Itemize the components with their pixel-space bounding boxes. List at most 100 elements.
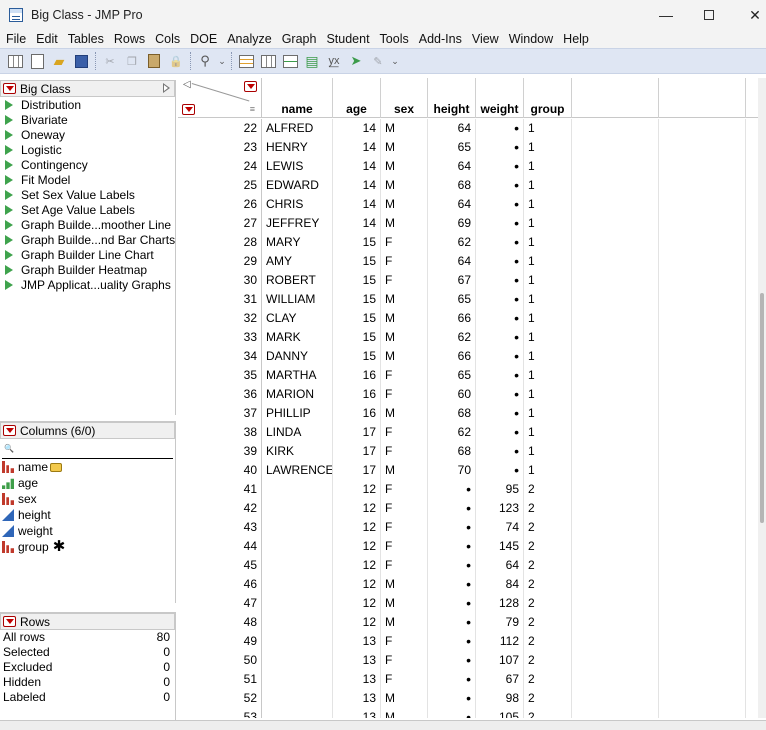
cell-name[interactable] (262, 575, 333, 594)
play-script-icon[interactable] (5, 279, 13, 290)
cell-height[interactable]: • (428, 537, 476, 556)
cell-name[interactable]: MARK (262, 328, 333, 347)
row-number[interactable]: 25 (178, 176, 262, 195)
row-number[interactable]: 36 (178, 385, 262, 404)
empty-cell[interactable] (659, 537, 746, 556)
row-number[interactable]: 29 (178, 252, 262, 271)
cell-sex[interactable]: F (381, 366, 428, 385)
cell-age[interactable]: 14 (333, 157, 381, 176)
empty-cell[interactable] (659, 328, 746, 347)
script-item[interactable]: Graph Builde...nd Bar Charts (0, 232, 175, 247)
cell-age[interactable]: 15 (333, 233, 381, 252)
cell-name[interactable] (262, 651, 333, 670)
cell-weight[interactable]: 112 (476, 632, 524, 651)
row-number[interactable]: 22 (178, 119, 262, 138)
script-item[interactable]: Fit Model (0, 172, 175, 187)
empty-cell[interactable] (572, 385, 659, 404)
collapse-panel-icon[interactable] (163, 83, 170, 93)
table-row[interactable]: 43 12 F • 74 2 (178, 518, 766, 537)
cell-height[interactable]: 62 (428, 233, 476, 252)
cell-sex[interactable]: F (381, 651, 428, 670)
save-icon[interactable] (72, 52, 90, 70)
cell-weight[interactable]: • (476, 442, 524, 461)
empty-cell[interactable] (659, 461, 746, 480)
cell-age[interactable]: 17 (333, 461, 381, 480)
cell-group[interactable]: 2 (524, 518, 572, 537)
cell-sex[interactable]: M (381, 328, 428, 347)
row-number[interactable]: 51 (178, 670, 262, 689)
cell-height[interactable]: 66 (428, 309, 476, 328)
cell-group[interactable]: 1 (524, 423, 572, 442)
cell-sex[interactable]: F (381, 518, 428, 537)
cell-height[interactable]: 65 (428, 366, 476, 385)
empty-cell[interactable] (572, 575, 659, 594)
cell-age[interactable]: 12 (333, 556, 381, 575)
empty-cell[interactable] (572, 328, 659, 347)
cell-sex[interactable]: F (381, 442, 428, 461)
cell-group[interactable]: 1 (524, 271, 572, 290)
cell-sex[interactable]: M (381, 138, 428, 157)
play-script-icon[interactable] (5, 204, 13, 215)
cell-group[interactable]: 1 (524, 252, 572, 271)
table-row[interactable]: 51 13 F • 67 2 (178, 670, 766, 689)
empty-cell[interactable] (659, 442, 746, 461)
column-header-group[interactable]: group (524, 78, 572, 118)
cell-name[interactable] (262, 518, 333, 537)
cut-icon[interactable]: ✂ (101, 52, 119, 70)
cell-age[interactable]: 16 (333, 366, 381, 385)
cell-name[interactable]: CHRIS (262, 195, 333, 214)
cell-group[interactable]: 1 (524, 328, 572, 347)
play-script-icon[interactable] (5, 189, 13, 200)
table-row[interactable]: 39 KIRK 17 F 68 • 1 (178, 442, 766, 461)
row-number[interactable]: 34 (178, 347, 262, 366)
empty-cell[interactable] (572, 499, 659, 518)
cell-age[interactable]: 13 (333, 670, 381, 689)
cell-sex[interactable]: F (381, 632, 428, 651)
cell-sex[interactable]: M (381, 195, 428, 214)
empty-cell[interactable] (572, 423, 659, 442)
empty-cell[interactable] (659, 347, 746, 366)
cell-name[interactable] (262, 556, 333, 575)
cell-sex[interactable]: F (381, 499, 428, 518)
cell-group[interactable]: 1 (524, 176, 572, 195)
row-number[interactable]: 27 (178, 214, 262, 233)
empty-cell[interactable] (572, 252, 659, 271)
cell-age[interactable]: 13 (333, 651, 381, 670)
cell-height[interactable]: • (428, 651, 476, 670)
cell-weight[interactable]: 74 (476, 518, 524, 537)
cell-sex[interactable]: F (381, 271, 428, 290)
cell-weight[interactable]: 67 (476, 670, 524, 689)
table-row[interactable]: 24 LEWIS 14 M 64 • 1 (178, 157, 766, 176)
empty-cell[interactable] (659, 176, 746, 195)
paste-icon[interactable] (145, 52, 163, 70)
empty-cell[interactable] (659, 423, 746, 442)
row-number[interactable]: 31 (178, 290, 262, 309)
empty-cell[interactable] (659, 613, 746, 632)
cell-group[interactable]: 2 (524, 651, 572, 670)
cell-height[interactable]: 68 (428, 176, 476, 195)
cell-group[interactable]: 2 (524, 613, 572, 632)
cell-weight[interactable]: • (476, 404, 524, 423)
cell-name[interactable]: HENRY (262, 138, 333, 157)
cell-height[interactable]: 64 (428, 157, 476, 176)
cell-height[interactable]: • (428, 632, 476, 651)
empty-cell[interactable] (572, 195, 659, 214)
cell-group[interactable]: 1 (524, 157, 572, 176)
play-script-icon[interactable] (5, 144, 13, 155)
cell-height[interactable]: 62 (428, 328, 476, 347)
table-row[interactable]: 30 ROBERT 15 F 67 • 1 (178, 271, 766, 290)
cell-sex[interactable]: M (381, 214, 428, 233)
empty-column-header[interactable] (659, 78, 746, 118)
cell-age[interactable]: 13 (333, 632, 381, 651)
cell-name[interactable]: CLAY (262, 309, 333, 328)
cell-name[interactable] (262, 613, 333, 632)
empty-cell[interactable] (659, 385, 746, 404)
edit-icon[interactable]: ✎ (369, 52, 387, 70)
cell-age[interactable]: 15 (333, 309, 381, 328)
script-item[interactable]: Set Age Value Labels (0, 202, 175, 217)
scrollbar-thumb[interactable] (760, 293, 764, 523)
menu-edit[interactable]: Edit (31, 32, 63, 46)
row-number[interactable]: 43 (178, 518, 262, 537)
row-number[interactable]: 35 (178, 366, 262, 385)
cell-name[interactable] (262, 594, 333, 613)
